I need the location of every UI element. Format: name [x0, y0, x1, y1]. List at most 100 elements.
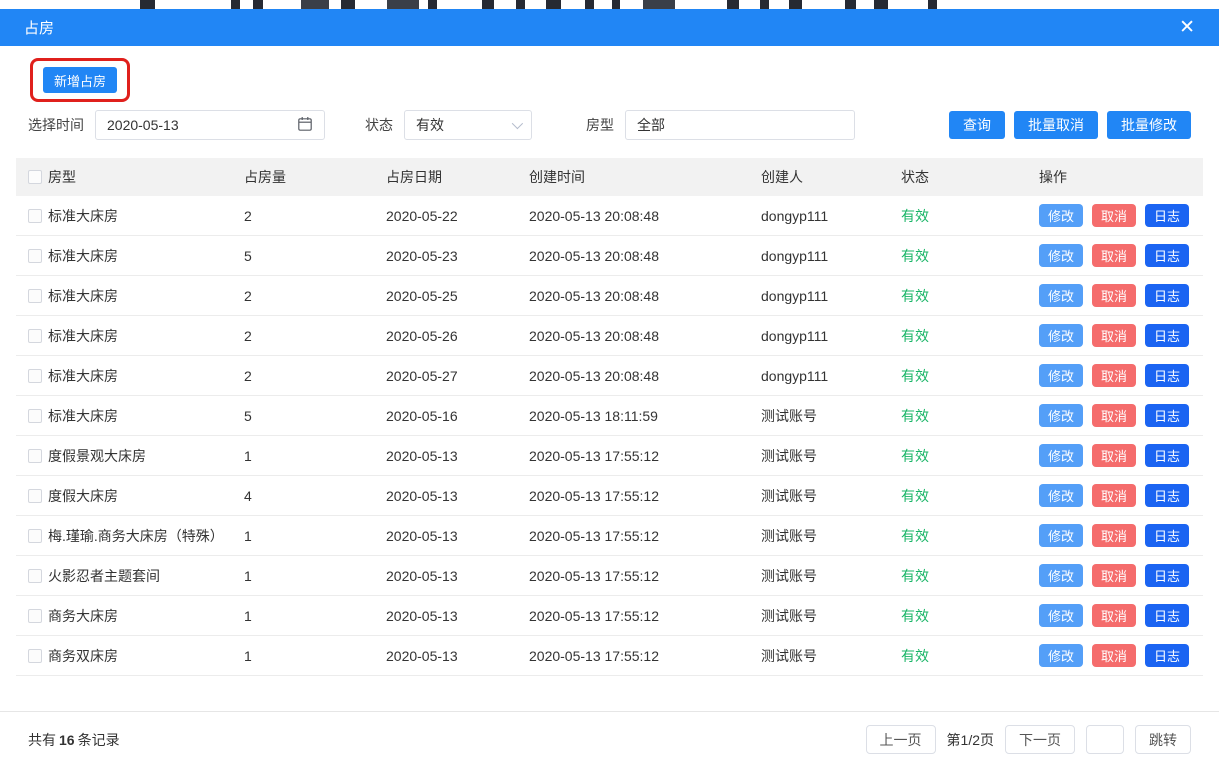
table-row: 商务大床房 1 2020-05-13 2020-05-13 17:55:12 测…: [16, 596, 1203, 636]
log-button[interactable]: 日志: [1145, 564, 1190, 587]
table-row: 商务双床房 1 2020-05-13 2020-05-13 17:55:12 测…: [16, 636, 1203, 676]
count-cell: 2: [244, 287, 252, 304]
page-info: 第1/2页: [946, 731, 994, 748]
header-actions: 操作: [1039, 169, 1067, 185]
prev-page-button[interactable]: 上一页: [865, 725, 936, 754]
row-checkbox[interactable]: [28, 328, 42, 343]
status-select[interactable]: 有效: [404, 110, 532, 140]
table-row: 标准大床房 2 2020-05-22 2020-05-13 20:08:48 d…: [16, 196, 1203, 236]
created-time-cell: 2020-05-13 17:55:12: [529, 647, 659, 664]
log-button[interactable]: 日志: [1145, 644, 1190, 667]
status-cell: 有效: [901, 367, 929, 384]
modify-button[interactable]: 修改: [1039, 324, 1084, 347]
row-checkbox[interactable]: [28, 288, 42, 303]
row-checkbox[interactable]: [28, 248, 42, 263]
calendar-icon[interactable]: [297, 116, 313, 135]
cancel-button[interactable]: 取消: [1092, 204, 1137, 227]
room-type-cell: 标准大床房: [48, 407, 118, 424]
cancel-button[interactable]: 取消: [1092, 484, 1137, 507]
count-cell: 1: [244, 647, 252, 664]
modify-button[interactable]: 修改: [1039, 564, 1084, 587]
row-checkbox[interactable]: [28, 528, 42, 543]
cancel-button[interactable]: 取消: [1092, 564, 1137, 587]
modify-button[interactable]: 修改: [1039, 484, 1084, 507]
room-type-input[interactable]: 全部: [625, 110, 855, 140]
cancel-button[interactable]: 取消: [1092, 244, 1137, 267]
log-button[interactable]: 日志: [1145, 324, 1190, 347]
select-all-checkbox[interactable]: [28, 170, 42, 184]
row-checkbox[interactable]: [28, 368, 42, 383]
page-jump-input[interactable]: [1086, 725, 1124, 754]
add-occupancy-button[interactable]: 新增占房: [43, 67, 118, 93]
modal-title: 占房: [24, 20, 55, 37]
log-button[interactable]: 日志: [1145, 244, 1190, 267]
query-button[interactable]: 查询: [949, 111, 1005, 139]
cancel-button[interactable]: 取消: [1092, 444, 1137, 467]
next-page-button[interactable]: 下一页: [1005, 725, 1075, 754]
row-checkbox[interactable]: [28, 408, 42, 423]
batch-cancel-button[interactable]: 批量取消: [1014, 111, 1098, 139]
modify-button[interactable]: 修改: [1039, 364, 1084, 387]
table-header-row: 房型 占房量 占房日期 创建时间 创建人 状态 操作: [16, 158, 1203, 196]
pagination: 上一页 第1/2页 下一页 跳转: [865, 725, 1191, 754]
row-checkbox[interactable]: [28, 568, 42, 583]
cancel-button[interactable]: 取消: [1092, 644, 1137, 667]
log-button[interactable]: 日志: [1145, 364, 1190, 387]
row-checkbox[interactable]: [28, 208, 42, 223]
log-button[interactable]: 日志: [1145, 404, 1190, 427]
cancel-button[interactable]: 取消: [1092, 604, 1137, 627]
row-checkbox[interactable]: [28, 608, 42, 623]
modify-button[interactable]: 修改: [1039, 404, 1084, 427]
header-created: 创建时间: [529, 169, 585, 185]
room-type-cell: 梅.瑾瑜.商务大床房（特殊）: [48, 527, 224, 544]
log-button[interactable]: 日志: [1145, 604, 1190, 627]
header-room-type: 房型: [48, 169, 76, 185]
status-cell: 有效: [901, 647, 929, 664]
log-button[interactable]: 日志: [1145, 484, 1190, 507]
close-icon[interactable]: ✕: [1179, 18, 1195, 37]
modify-button[interactable]: 修改: [1039, 604, 1084, 627]
status-cell: 有效: [901, 207, 929, 224]
count-cell: 2: [244, 367, 252, 384]
batch-modify-button[interactable]: 批量修改: [1107, 111, 1191, 139]
modify-button[interactable]: 修改: [1039, 524, 1084, 547]
log-button[interactable]: 日志: [1145, 524, 1190, 547]
created-time-cell: 2020-05-13 18:11:59: [529, 407, 658, 424]
cancel-button[interactable]: 取消: [1092, 324, 1137, 347]
modify-button[interactable]: 修改: [1039, 644, 1084, 667]
creator-cell: 测试账号: [761, 447, 817, 464]
row-actions: 修改 取消 日志: [1039, 644, 1203, 667]
occupancy-date-cell: 2020-05-25: [386, 287, 458, 304]
chevron-down-icon: [511, 117, 524, 130]
status-select-value: 有效: [416, 117, 444, 133]
creator-cell: 测试账号: [761, 647, 817, 664]
log-button[interactable]: 日志: [1145, 284, 1190, 307]
log-button[interactable]: 日志: [1145, 204, 1190, 227]
count-cell: 2: [244, 327, 252, 344]
log-button[interactable]: 日志: [1145, 444, 1190, 467]
table-row: 度假大床房 4 2020-05-13 2020-05-13 17:55:12 测…: [16, 476, 1203, 516]
modify-button[interactable]: 修改: [1039, 444, 1084, 467]
occupancy-date-cell: 2020-05-27: [386, 367, 458, 384]
cancel-button[interactable]: 取消: [1092, 364, 1137, 387]
row-checkbox[interactable]: [28, 648, 42, 663]
cancel-button[interactable]: 取消: [1092, 284, 1137, 307]
date-picker-input[interactable]: 2020-05-13: [95, 110, 325, 140]
jump-button[interactable]: 跳转: [1135, 725, 1191, 754]
row-checkbox[interactable]: [28, 488, 42, 503]
table-row: 标准大床房 5 2020-05-23 2020-05-13 20:08:48 d…: [16, 236, 1203, 276]
cancel-button[interactable]: 取消: [1092, 524, 1137, 547]
modify-button[interactable]: 修改: [1039, 244, 1084, 267]
room-type-cell: 标准大床房: [48, 367, 118, 384]
creator-cell: 测试账号: [761, 607, 817, 624]
footer: 共有 16 条记录 上一页 第1/2页 下一页 跳转: [0, 711, 1219, 767]
occupancy-date-cell: 2020-05-13: [386, 647, 458, 664]
cancel-button[interactable]: 取消: [1092, 404, 1137, 427]
modify-button[interactable]: 修改: [1039, 204, 1084, 227]
occupancy-date-cell: 2020-05-23: [386, 247, 458, 264]
room-type-cell: 标准大床房: [48, 327, 118, 344]
modal-header: 占房 ✕: [0, 9, 1219, 46]
modify-button[interactable]: 修改: [1039, 284, 1084, 307]
row-checkbox[interactable]: [28, 448, 42, 463]
row-actions: 修改 取消 日志: [1039, 364, 1203, 387]
